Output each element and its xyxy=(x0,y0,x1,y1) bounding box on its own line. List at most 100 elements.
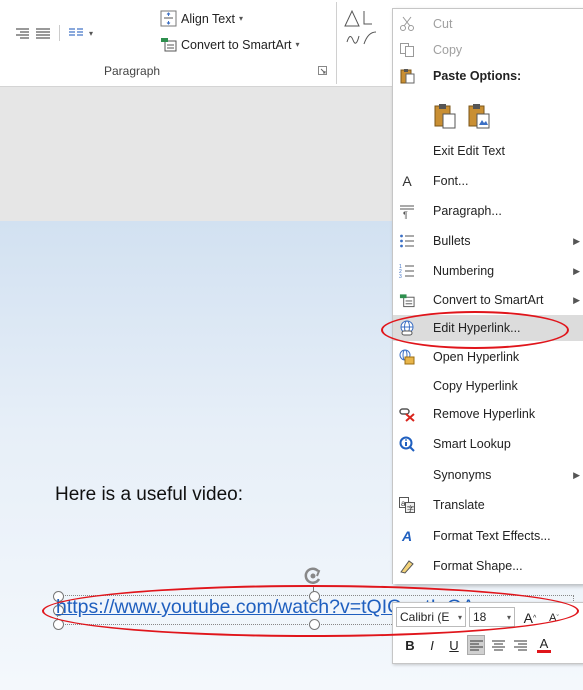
submenu-arrow-icon: ▶ xyxy=(573,469,580,480)
shapes-gallery[interactable] xyxy=(342,6,390,50)
menu-item-label: Format Shape... xyxy=(433,559,523,573)
bold-label: B xyxy=(405,637,415,653)
menu-item-edit-hyperlink[interactable]: Edit Hyperlink... xyxy=(393,315,583,341)
menu-item-copy-hyperlink[interactable]: Copy Hyperlink xyxy=(393,373,583,399)
menu-item-label: Paragraph... xyxy=(433,204,502,218)
menu-item-label: Format Text Effects... xyxy=(433,529,551,543)
menu-item-label: Numbering xyxy=(433,264,495,278)
font-size-select[interactable]: 18 ▾ xyxy=(469,607,515,627)
menu-item-remove-hyperlink[interactable]: Remove Hyperlink xyxy=(393,401,583,427)
shrink-font-icon: A xyxy=(549,612,557,624)
translate-icon: a字 xyxy=(398,496,416,514)
context-menu: Cut Copy Paste Options: Exit Edit Text A… xyxy=(392,8,583,584)
paragraph-tools: ▾ xyxy=(14,25,93,41)
grow-font-icon: A xyxy=(523,610,534,626)
menu-item-label: Font... xyxy=(433,174,469,188)
shrink-font-button[interactable]: Aˇ xyxy=(545,608,563,628)
align-left-button[interactable] xyxy=(467,635,485,655)
submenu-arrow-icon: ▶ xyxy=(573,294,580,305)
slide-body-text[interactable]: Here is a useful video: xyxy=(55,484,243,506)
italic-label: I xyxy=(430,637,434,653)
remove-hyperlink-icon xyxy=(398,405,416,423)
paste-picture-icon[interactable] xyxy=(467,103,491,129)
text-effects-icon: A xyxy=(401,528,413,544)
menu-item-label: Edit Hyperlink... xyxy=(433,321,521,335)
menu-item-smart-lookup[interactable]: Smart Lookup xyxy=(393,431,583,457)
align-right-icon[interactable] xyxy=(14,27,30,39)
chevron-down-icon: ▾ xyxy=(295,40,300,49)
font-name-select[interactable]: Calibri (E ▾ xyxy=(396,607,466,627)
group-divider xyxy=(336,2,337,84)
menu-item-convert-smartart[interactable]: Convert to SmartArt ▶ xyxy=(393,287,583,313)
hyperlink-globe-icon xyxy=(398,319,416,337)
align-center-button[interactable] xyxy=(489,635,507,655)
font-color-swatch xyxy=(537,649,551,653)
paste-options-row xyxy=(433,103,491,129)
font-icon: A xyxy=(402,173,412,189)
font-size-value: 18 xyxy=(473,610,487,624)
font-color-icon: A xyxy=(539,635,549,651)
menu-item-exit-edit-text[interactable]: Exit Edit Text xyxy=(393,138,583,164)
align-text-button[interactable]: Align Text ▾ xyxy=(160,10,243,27)
svg-text:3: 3 xyxy=(399,274,402,279)
smartart-icon xyxy=(398,291,416,309)
rotate-handle-icon[interactable] xyxy=(302,565,324,587)
menu-item-paste-options: Paste Options: xyxy=(393,63,583,89)
menu-item-label: Paste Options: xyxy=(433,69,522,83)
grow-font-button[interactable]: A ^ xyxy=(521,608,539,628)
smart-lookup-icon xyxy=(398,435,416,453)
resize-handle-bottom[interactable] xyxy=(309,619,320,630)
menu-item-label: Exit Edit Text xyxy=(433,144,506,158)
underline-label: U xyxy=(449,637,459,653)
align-left-icon xyxy=(469,640,483,650)
paste-keep-formatting-icon[interactable] xyxy=(433,103,457,129)
dialog-launcher-icon[interactable] xyxy=(318,66,327,75)
smartart-icon xyxy=(161,38,177,52)
convert-smartart-label: Convert to SmartArt xyxy=(181,37,292,52)
font-color-button[interactable]: A xyxy=(535,635,553,655)
columns-icon[interactable] xyxy=(68,27,84,39)
menu-item-paragraph[interactable]: ¶ Paragraph... xyxy=(393,198,583,224)
resize-handle-bottom-left[interactable] xyxy=(53,619,64,630)
menu-item-copy[interactable]: Copy xyxy=(393,37,583,63)
menu-item-format-shape[interactable]: Format Shape... xyxy=(393,553,583,579)
mini-toolbar: Calibri (E ▾ 18 ▾ A ^ Aˇ B I U A xyxy=(392,602,583,664)
underline-button[interactable]: U xyxy=(445,635,463,655)
chevron-down-icon: ▾ xyxy=(506,612,511,622)
open-hyperlink-icon xyxy=(398,348,416,366)
menu-item-format-text-effects[interactable]: A Format Text Effects... xyxy=(393,523,583,549)
scissors-icon xyxy=(398,15,416,33)
menu-item-cut[interactable]: Cut xyxy=(393,11,583,37)
svg-text:字: 字 xyxy=(407,504,414,513)
menu-item-label: Translate xyxy=(433,498,485,512)
convert-smartart-button[interactable]: Convert to SmartArt ▾ xyxy=(160,37,299,52)
format-shape-icon xyxy=(398,557,416,575)
chevron-down-icon: ▾ xyxy=(457,612,462,622)
menu-item-open-hyperlink[interactable]: Open Hyperlink xyxy=(393,344,583,370)
italic-button[interactable]: I xyxy=(423,635,441,655)
copy-icon xyxy=(398,41,416,59)
submenu-arrow-icon: ▶ xyxy=(573,265,580,276)
menu-item-bullets[interactable]: Bullets ▶ xyxy=(393,228,583,254)
font-name-value: Calibri (E xyxy=(400,610,450,624)
align-text-label: Align Text xyxy=(181,11,235,26)
chevron-down-icon[interactable]: ▾ xyxy=(89,29,93,38)
menu-item-label: Copy xyxy=(433,43,463,57)
menu-item-synonyms[interactable]: Synonyms ▶ xyxy=(393,462,583,488)
toolbar-separator xyxy=(59,25,60,41)
menu-item-font[interactable]: A Font... xyxy=(393,168,583,194)
justify-icon[interactable] xyxy=(35,27,51,39)
menu-item-numbering[interactable]: 123 Numbering ▶ xyxy=(393,258,583,284)
align-center-icon xyxy=(491,640,505,650)
menu-item-label: Copy Hyperlink xyxy=(433,379,518,393)
menu-item-label: Bullets xyxy=(433,234,471,248)
menu-item-label: Open Hyperlink xyxy=(433,350,520,364)
align-right-button[interactable] xyxy=(511,635,529,655)
menu-item-label: Cut xyxy=(433,17,453,31)
menu-item-translate[interactable]: a字 Translate xyxy=(393,492,583,518)
align-text-icon xyxy=(160,10,177,27)
menu-item-label: Convert to SmartArt xyxy=(433,293,544,307)
group-label-paragraph: Paragraph xyxy=(104,64,161,78)
bold-button[interactable]: B xyxy=(401,635,419,655)
menu-item-label: Remove Hyperlink xyxy=(433,407,536,421)
